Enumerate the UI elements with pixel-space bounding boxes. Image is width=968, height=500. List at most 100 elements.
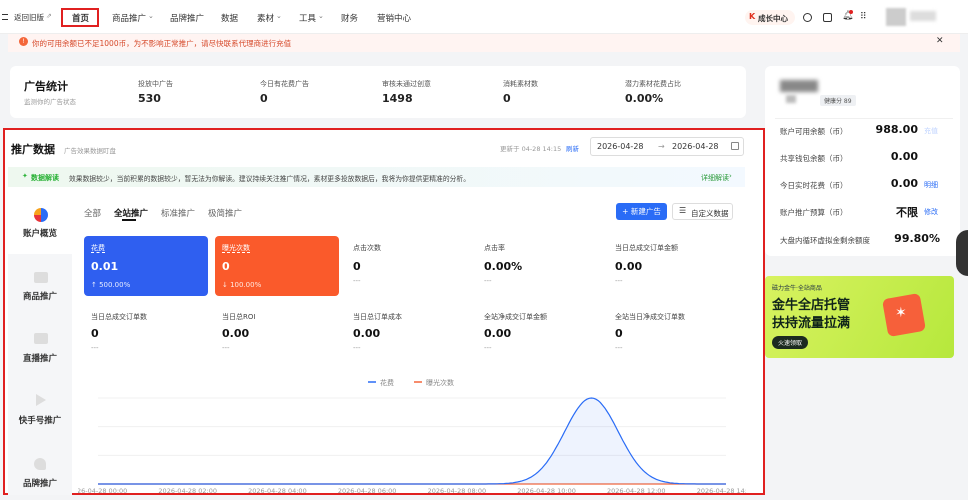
side-nav-account-overview[interactable]: 账户概览 bbox=[8, 227, 72, 239]
x-tick-label: 2026-04-28 04:00 bbox=[248, 487, 307, 494]
tab-minimal[interactable]: 极简推广 bbox=[208, 207, 242, 219]
insight-tag: 数据解读 bbox=[31, 174, 59, 182]
metric-value: 0 bbox=[615, 327, 623, 340]
metric-label[interactable]: 当日总成交订单金额 bbox=[615, 243, 678, 253]
stat-value[interactable]: 0 bbox=[503, 92, 511, 105]
stat-label: 投放中广告 bbox=[138, 80, 173, 88]
side-nav-product-promotion[interactable]: 商品推广 bbox=[8, 290, 72, 302]
edit-budget-link[interactable]: 修改 bbox=[924, 207, 938, 217]
metric-change: --- bbox=[353, 344, 361, 352]
nav-item-data[interactable]: 数据 bbox=[221, 12, 238, 24]
username-blurred bbox=[910, 11, 936, 21]
stat-value[interactable]: 1498 bbox=[382, 92, 413, 105]
play-icon bbox=[36, 394, 46, 406]
side-nav-live-promotion[interactable]: 直播推广 bbox=[8, 352, 72, 364]
metric-label[interactable]: 全站当日净成交订单数 bbox=[615, 312, 685, 322]
metric-change: ↓ 100.00% bbox=[222, 281, 262, 289]
scroll-handle[interactable] bbox=[956, 230, 968, 276]
nav-item-material[interactable]: 素材 bbox=[257, 12, 274, 24]
active-tab-underline bbox=[122, 219, 136, 221]
stat-label: 审核未通过创意 bbox=[382, 80, 431, 88]
ad-stats-subtitle: 监测你的广告状态 bbox=[24, 98, 76, 106]
avatar[interactable] bbox=[886, 8, 906, 26]
date-to[interactable]: 2026-04-28 bbox=[672, 142, 719, 151]
metric-change: --- bbox=[91, 344, 99, 352]
account-tag-blurred bbox=[786, 95, 796, 103]
account-balance-label: 账户可用余额（币） bbox=[780, 127, 848, 136]
side-nav-brand-promotion[interactable]: 品牌推广 bbox=[8, 477, 72, 489]
health-badge[interactable]: 健康分 89 bbox=[820, 95, 856, 106]
metric-change: --- bbox=[484, 277, 492, 285]
insight-icon: ✦ bbox=[22, 172, 28, 180]
today-spend-label: 今日实时花费（币） bbox=[780, 181, 848, 190]
trend-chart: 花费 曝光次数 2026-04-28 00:00 2026-04-28 02:00 20… bbox=[78, 378, 746, 494]
metric-value: 0 bbox=[91, 327, 99, 340]
kuaishou-logo-icon: K bbox=[749, 12, 756, 21]
metric-label[interactable]: 当日总成交订单数 bbox=[91, 312, 147, 322]
stat-value[interactable]: 0.00% bbox=[625, 92, 663, 105]
back-to-old-version-link[interactable]: 返回旧版 bbox=[14, 12, 44, 23]
live-icon bbox=[34, 333, 48, 344]
shared-wallet-label: 共享钱包余额（币） bbox=[780, 154, 848, 163]
external-link-icon: ⇗ bbox=[46, 12, 52, 20]
metric-label-underline bbox=[91, 252, 105, 253]
virtual-credit-label: 大盘内循环虚拟金剩余额度 bbox=[780, 236, 870, 245]
metric-label[interactable]: 点击率 bbox=[484, 243, 505, 253]
chevron-down-icon: ⌄ bbox=[148, 12, 154, 20]
notes-icon[interactable] bbox=[823, 13, 832, 22]
stat-value[interactable]: 530 bbox=[138, 92, 161, 105]
refresh-link[interactable]: 刷新 bbox=[566, 143, 579, 153]
nav-item-tools[interactable]: 工具 bbox=[299, 12, 316, 24]
insight-detail-link[interactable]: 详细解读 bbox=[701, 173, 729, 183]
metric-label[interactable]: 点击次数 bbox=[353, 243, 381, 253]
nav-item-marketing-center[interactable]: 营销中心 bbox=[377, 12, 411, 24]
legend-label: 曝光次数 bbox=[426, 378, 454, 387]
budget-label: 账户推广预算（币） bbox=[780, 208, 848, 217]
x-tick-label: 2026-04-28 06:00 bbox=[338, 487, 397, 494]
side-nav-active-bg bbox=[8, 196, 72, 254]
nav-item-brand-promotion[interactable]: 品牌推广 bbox=[170, 12, 204, 24]
recharge-link[interactable]: 充值 bbox=[924, 126, 938, 136]
tab-all[interactable]: 全部 bbox=[84, 207, 101, 219]
coin-icon[interactable] bbox=[803, 13, 812, 22]
details-link[interactable]: 明细 bbox=[924, 180, 938, 190]
menu-icon[interactable] bbox=[2, 14, 8, 20]
calendar-icon bbox=[731, 142, 739, 150]
budget-value: 不限 bbox=[896, 206, 918, 219]
x-tick-label: 2026-04-28 00:00 bbox=[78, 487, 127, 494]
chevron-down-icon: ⌄ bbox=[276, 12, 282, 20]
nav-item-home[interactable]: 首页 bbox=[72, 12, 89, 24]
metric-value: 0.00% bbox=[484, 260, 523, 273]
metric-label[interactable]: 全站净成交订单金额 bbox=[484, 312, 547, 322]
nav-item-product-promotion[interactable]: 商品推广 bbox=[112, 12, 146, 24]
tab-standard[interactable]: 标准推广 bbox=[161, 207, 195, 219]
metric-change: --- bbox=[222, 344, 230, 352]
date-from[interactable]: 2026-04-28 bbox=[597, 142, 644, 151]
metric-change: --- bbox=[615, 277, 623, 285]
chevron-right-icon: › bbox=[729, 172, 732, 180]
metric-change: --- bbox=[615, 344, 623, 352]
metric-value: 0 bbox=[222, 260, 230, 273]
stat-value[interactable]: 0 bbox=[260, 92, 268, 105]
banner-cta-button[interactable]: 火速领取 bbox=[772, 336, 809, 349]
side-nav-kuaishou-account-promotion[interactable]: 快手号推广 bbox=[8, 414, 72, 426]
x-tick-label: 2026-04-28 12:00 bbox=[607, 487, 666, 494]
bell-badge bbox=[849, 10, 853, 14]
tab-site-wide[interactable]: 全站推广 bbox=[114, 207, 148, 219]
today-spend-value: 0.00 bbox=[890, 177, 918, 190]
growth-center-label: 成长中心 bbox=[758, 14, 788, 23]
new-ad-button[interactable]: + 新建广告 bbox=[616, 203, 667, 220]
x-tick-label: 2026-04-28 14:00 bbox=[697, 487, 746, 494]
stat-label: 潜力素材花费占比 bbox=[625, 80, 681, 88]
shared-wallet-value: 0.00 bbox=[890, 150, 918, 163]
account-balance-value: 988.00 bbox=[875, 123, 918, 136]
custom-data-label: 自定义数据 bbox=[691, 209, 729, 218]
metric-change: ↑ 500.00% bbox=[91, 281, 131, 289]
close-icon[interactable]: ✕ bbox=[936, 36, 944, 46]
metric-label[interactable]: 当日总订单成本 bbox=[353, 312, 402, 322]
apps-grid-icon[interactable]: ⠿ bbox=[860, 12, 867, 22]
metric-label[interactable]: 当日总ROI bbox=[222, 312, 255, 322]
nav-item-finance[interactable]: 财务 bbox=[341, 12, 358, 24]
metric-value: 0.00 bbox=[484, 327, 512, 340]
metric-value: 0.00 bbox=[222, 327, 250, 340]
